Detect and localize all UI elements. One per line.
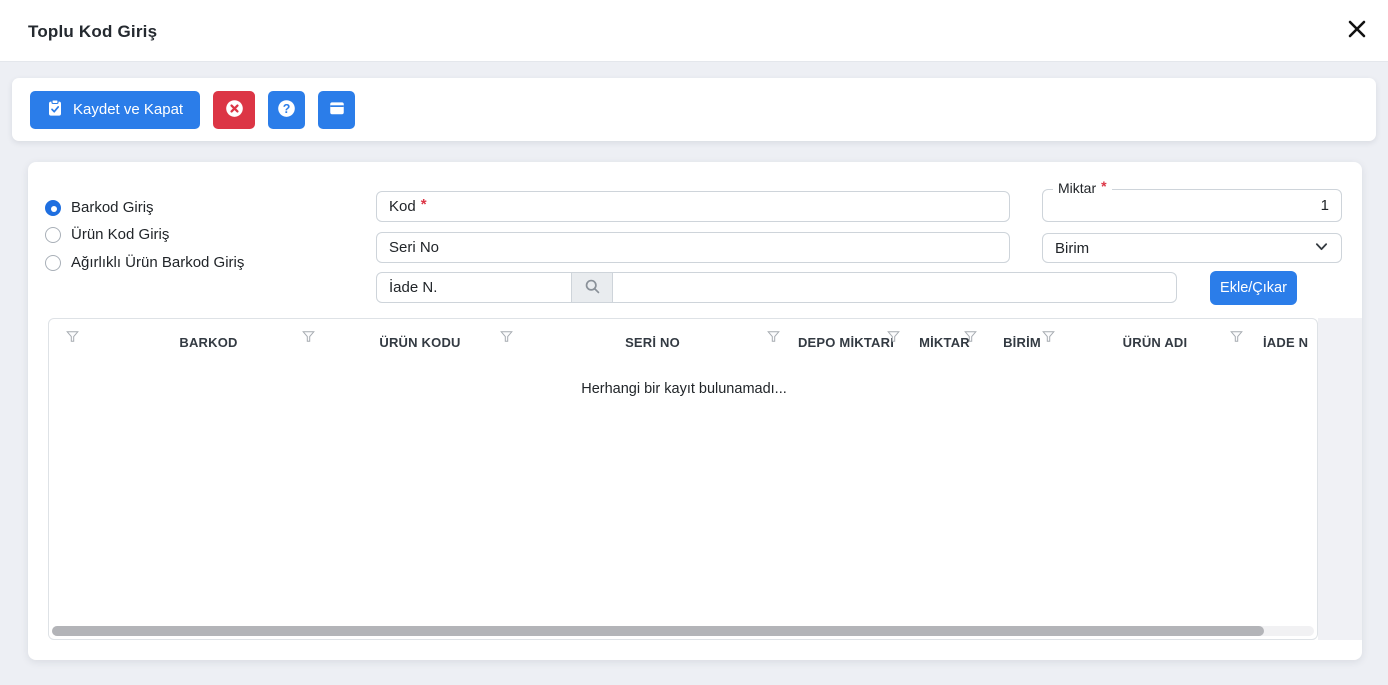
- toolbar: Kaydet ve Kapat ?: [12, 78, 1376, 141]
- window-button[interactable]: [318, 91, 355, 129]
- miktar-label: Miktar: [1058, 180, 1096, 196]
- grid-column-urun-kodu[interactable]: ÜRÜN KODU: [321, 319, 519, 365]
- clipboard-check-icon: [47, 99, 63, 121]
- filter-funnel-icon[interactable]: [964, 330, 977, 346]
- filter-funnel-icon[interactable]: [500, 330, 513, 346]
- filter-funnel-icon[interactable]: [1230, 330, 1243, 346]
- grid-column-depo-miktari[interactable]: DEPO MİKTARI: [786, 319, 906, 365]
- grid-column-miktar[interactable]: MİKTAR: [906, 319, 983, 365]
- help-question-icon: ?: [277, 99, 296, 121]
- grid-column-barkod[interactable]: BARKOD: [96, 319, 321, 365]
- miktar-field: Miktar *: [1042, 189, 1342, 222]
- radio-barkod-giris[interactable]: Barkod Giriş: [45, 199, 154, 216]
- column-header-label[interactable]: BİRİM: [1003, 335, 1041, 350]
- radio-dot: [45, 255, 61, 271]
- chevron-down-icon: [1314, 239, 1329, 258]
- iade-description-display: [613, 272, 1177, 303]
- column-header-label[interactable]: ÜRÜN ADI: [1123, 335, 1188, 350]
- window-card-icon: [328, 99, 346, 120]
- filter-funnel-icon[interactable]: [1042, 330, 1055, 346]
- column-header-label[interactable]: BARKOD: [179, 335, 237, 350]
- iade-field: [376, 272, 572, 303]
- entry-panel: Barkod Giriş Ürün Kod Giriş Ağırlıklı Ür…: [28, 162, 1362, 660]
- seri-no-field: [376, 232, 1010, 263]
- save-and-close-label: Kaydet ve Kapat: [73, 101, 183, 118]
- filter-funnel-icon[interactable]: [887, 330, 900, 346]
- horizontal-scrollbar[interactable]: [52, 626, 1314, 636]
- seri-no-input[interactable]: [389, 233, 997, 262]
- column-header-label[interactable]: MİKTAR: [919, 335, 970, 350]
- grid-column-row-filter: [49, 319, 96, 365]
- close-icon: [1346, 18, 1368, 43]
- help-button[interactable]: ?: [268, 91, 305, 129]
- cancel-circle-x-icon: [225, 99, 244, 121]
- required-asterisk: *: [421, 196, 427, 213]
- radio-label: Barkod Giriş: [71, 199, 154, 216]
- iade-group: [376, 272, 1177, 303]
- column-header-label[interactable]: İADE N: [1263, 335, 1308, 350]
- grid-column-urun-adi[interactable]: ÜRÜN ADI: [1061, 319, 1249, 365]
- iade-input[interactable]: [389, 273, 559, 302]
- filter-funnel-icon[interactable]: [66, 330, 79, 346]
- column-header-label[interactable]: SERİ NO: [625, 335, 680, 350]
- svg-text:?: ?: [283, 101, 291, 115]
- grid-header-row: BARKOD ÜRÜN KODU SERİ NO DEPO MİKTARI: [49, 319, 1318, 365]
- radio-label: Ağırlıklı Ürün Barkod Giriş: [71, 254, 244, 271]
- close-button[interactable]: [1342, 15, 1372, 45]
- radio-label: Ürün Kod Giriş: [71, 226, 169, 243]
- add-remove-button[interactable]: Ekle/Çıkar: [1210, 271, 1297, 305]
- birim-select[interactable]: Birim: [1042, 233, 1342, 263]
- grid-column-birim[interactable]: BİRİM: [983, 319, 1061, 365]
- data-grid: BARKOD ÜRÜN KODU SERİ NO DEPO MİKTARI: [48, 318, 1318, 640]
- filter-funnel-icon[interactable]: [302, 330, 315, 346]
- column-header-label[interactable]: DEPO MİKTARI: [798, 335, 894, 350]
- column-header-label[interactable]: ÜRÜN KODU: [379, 335, 460, 350]
- birim-selected-value: Birim: [1055, 240, 1089, 257]
- grid-column-seri-no[interactable]: SERİ NO: [519, 319, 786, 365]
- grid-empty-message: Herhangi bir kayıt bulunamadı...: [49, 381, 1318, 397]
- radio-urun-kod-giris[interactable]: Ürün Kod Giriş: [45, 226, 169, 243]
- radio-dot: [45, 227, 61, 243]
- filter-funnel-icon[interactable]: [767, 330, 780, 346]
- search-icon: [584, 278, 601, 298]
- save-and-close-button[interactable]: Kaydet ve Kapat: [30, 91, 200, 129]
- radio-agirlikli-urun-barkod-giris[interactable]: Ağırlıklı Ürün Barkod Giriş: [45, 254, 244, 271]
- dialog-title: Toplu Kod Giriş: [28, 22, 157, 42]
- horizontal-scrollbar-thumb[interactable]: [52, 626, 1264, 636]
- dialog-header: Toplu Kod Giriş: [0, 0, 1388, 62]
- grid-column-iade-nedeni[interactable]: İADE N: [1249, 319, 1318, 365]
- cancel-button[interactable]: [213, 91, 255, 129]
- radio-dot: [45, 200, 61, 216]
- kod-input[interactable]: Kod *: [376, 191, 1010, 222]
- required-asterisk: *: [1101, 178, 1106, 194]
- kod-label: Kod: [389, 198, 416, 215]
- grid-side-filler: [1318, 318, 1362, 640]
- iade-search-button[interactable]: [572, 272, 613, 303]
